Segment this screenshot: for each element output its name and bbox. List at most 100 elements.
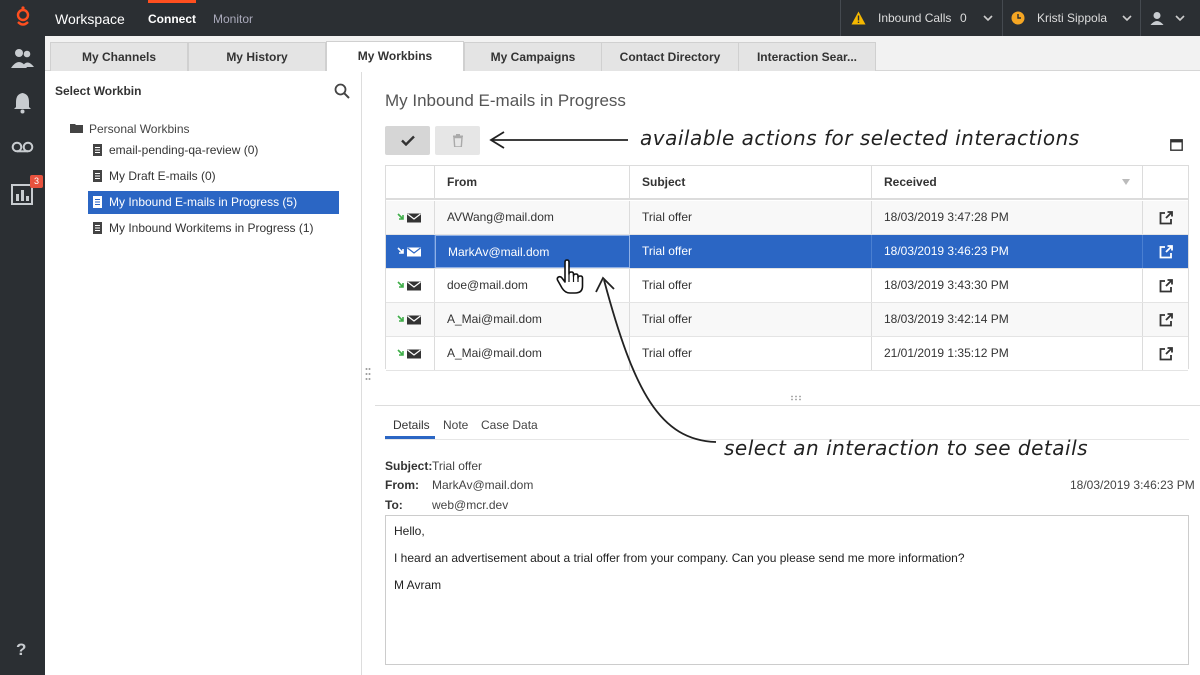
annotation-arrow <box>595 276 717 443</box>
inbound-email-icon <box>397 349 421 359</box>
popout-icon <box>1159 211 1173 225</box>
open-interaction-button[interactable] <box>1143 201 1188 234</box>
workbin-item-qa-review[interactable]: email-pending-qa-review (0) <box>88 139 339 162</box>
to-label: To: <box>385 498 403 512</box>
popout-icon <box>1159 245 1173 259</box>
tab-contact-directory[interactable]: Contact Directory <box>601 42 739 71</box>
tab-interaction-search[interactable]: Interaction Sear... <box>738 42 876 71</box>
tab-case-data[interactable]: Case Data <box>481 418 538 432</box>
maximize-icon[interactable] <box>1170 139 1183 151</box>
mark-done-button[interactable] <box>385 126 430 155</box>
received-date: 18/03/2019 3:46:23 PM <box>1070 478 1195 492</box>
trash-icon <box>453 134 463 147</box>
inbound-email-icon <box>397 315 421 325</box>
column-header-subject[interactable]: Subject <box>630 166 872 200</box>
tab-note[interactable]: Note <box>443 418 468 432</box>
cell-from: AVWang@mail.dom <box>435 201 630 234</box>
open-interaction-button[interactable] <box>1143 269 1188 302</box>
workbin-item-label: My Inbound E-mails in Progress (5) <box>109 195 298 209</box>
cell-subject: Trial offer <box>630 235 872 268</box>
inbound-email-icon <box>397 213 421 223</box>
help-icon[interactable]: ? <box>16 640 26 660</box>
column-header-received[interactable]: Received <box>872 166 1143 200</box>
table-row[interactable]: A_Mai@mail.dom Trial offer 21/01/2019 1:… <box>386 337 1188 371</box>
nav-connect[interactable]: Connect <box>148 0 196 36</box>
inbound-calls-count: 0 <box>960 11 967 25</box>
nav-monitor[interactable]: Monitor <box>213 12 253 26</box>
folder-label: Personal Workbins <box>89 122 190 136</box>
from-label: From: <box>385 478 419 492</box>
divider <box>840 0 841 36</box>
email-body-line: I heard an advertisement about a trial o… <box>394 551 965 565</box>
tab-my-history[interactable]: My History <box>188 42 326 71</box>
table-row[interactable]: AVWang@mail.dom Trial offer 18/03/2019 3… <box>386 201 1188 235</box>
table-row[interactable]: doe@mail.dom Trial offer 18/03/2019 3:43… <box>386 269 1188 303</box>
email-body-line: Hello, <box>394 524 425 538</box>
subject-label: Subject: <box>385 459 433 473</box>
open-interaction-button[interactable] <box>1143 337 1188 370</box>
email-body: Hello, I heard an advertisement about a … <box>385 515 1189 665</box>
tab-details[interactable]: Details <box>393 418 430 432</box>
inbound-email-icon <box>386 201 435 234</box>
inbound-email-icon <box>386 269 435 302</box>
annotation-actions: available actions for selected interacti… <box>640 126 1080 150</box>
workbin-item-draft-emails[interactable]: My Draft E-mails (0) <box>88 165 339 188</box>
page-title: My Inbound E-mails in Progress <box>385 91 626 110</box>
inbound-calls-label[interactable]: Inbound Calls <box>878 11 951 25</box>
divider <box>1140 0 1141 36</box>
tab-my-workbins[interactable]: My Workbins <box>326 41 464 71</box>
tab-strip: My Channels My History My Workbins My Ca… <box>45 36 1200 71</box>
workbin-panel-title: Select Workbin <box>55 84 142 98</box>
cell-received: 18/03/2019 3:43:30 PM <box>872 269 1143 302</box>
workbin-icon <box>93 222 102 234</box>
left-rail: 3 ? <box>0 36 45 675</box>
cell-received: 21/01/2019 1:35:12 PM <box>872 337 1143 370</box>
table-header: From Subject Received <box>386 166 1188 200</box>
chevron-down-icon[interactable] <box>1122 15 1132 22</box>
open-interaction-button[interactable] <box>1143 235 1188 268</box>
inbound-email-icon <box>386 337 435 370</box>
top-bar: Workspace Connect Monitor Inbound Calls … <box>0 0 1200 36</box>
workbin-item-label: My Inbound Workitems in Progress (1) <box>109 221 314 235</box>
active-tab-indicator <box>385 436 435 439</box>
chevron-down-icon[interactable] <box>983 15 993 22</box>
workbin-item-inbound-workitems[interactable]: My Inbound Workitems in Progress (1) <box>88 217 339 240</box>
open-interaction-button[interactable] <box>1143 303 1188 336</box>
hand-cursor-icon <box>556 259 584 294</box>
workbin-icon <box>93 144 102 156</box>
subject-value: Trial offer <box>432 459 483 473</box>
agent-avatar-icon[interactable] <box>1149 10 1165 26</box>
delete-button[interactable] <box>435 126 480 155</box>
popout-icon <box>1159 279 1173 293</box>
tab-my-campaigns[interactable]: My Campaigns <box>464 42 602 71</box>
app-title: Workspace <box>55 11 125 27</box>
inbound-email-icon <box>386 303 435 336</box>
warning-icon <box>851 11 866 25</box>
tab-my-channels[interactable]: My Channels <box>50 42 188 71</box>
workbin-item-inbound-emails[interactable]: My Inbound E-mails in Progress (5) <box>88 191 339 214</box>
notification-bell-icon[interactable] <box>10 90 35 115</box>
workbin-icon <box>93 170 102 182</box>
status-clock-icon <box>1011 11 1025 25</box>
cell-from: MarkAv@mail.dom <box>435 235 630 268</box>
column-header-from[interactable]: From <box>435 166 630 200</box>
inbound-email-icon <box>386 235 435 268</box>
search-icon[interactable] <box>334 83 350 99</box>
popout-icon <box>1159 313 1173 327</box>
cell-subject: Trial offer <box>630 201 872 234</box>
voicemail-icon[interactable] <box>10 134 35 159</box>
table-row[interactable]: A_Mai@mail.dom Trial offer 18/03/2019 3:… <box>386 303 1188 337</box>
folder-icon <box>70 124 83 133</box>
reports-badge: 3 <box>30 175 43 188</box>
table-row-selected[interactable]: MarkAv@mail.dom Trial offer 18/03/2019 3… <box>386 235 1188 269</box>
user-name[interactable]: Kristi Sippola <box>1037 11 1107 25</box>
chevron-down-icon[interactable] <box>1175 15 1185 22</box>
team-icon[interactable] <box>10 46 35 71</box>
inbound-email-icon <box>397 281 421 291</box>
sort-descending-icon[interactable] <box>1122 179 1130 185</box>
workbin-item-label: email-pending-qa-review (0) <box>109 143 259 157</box>
horizontal-splitter[interactable] <box>375 405 1200 406</box>
splitter-grip-icon[interactable] <box>790 395 802 401</box>
panel-resize-handle[interactable] <box>365 367 371 381</box>
annotation-select: select an interaction to see details <box>724 436 1089 460</box>
